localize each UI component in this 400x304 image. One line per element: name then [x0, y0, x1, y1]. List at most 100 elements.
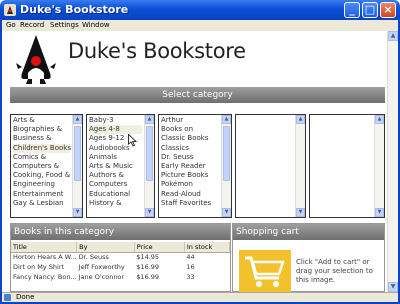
window-frame: Duke's Bookstore Select category Arts & …	[0, 31, 400, 304]
list-item[interactable]: Business &	[13, 134, 70, 143]
list-item[interactable]: Arts & Music	[89, 162, 142, 171]
cell-title: Horton Hears A W...	[13, 253, 77, 262]
list-scrollbar[interactable]: ▲ ▼	[72, 115, 82, 217]
shopping-cart-icon	[245, 256, 285, 287]
list-item-selected[interactable]: Children's Books	[13, 143, 71, 153]
list-item[interactable]: Gay & Lesbian	[13, 199, 70, 208]
list-item[interactable]: Animals	[89, 153, 142, 162]
list-item[interactable]: Comics &	[13, 153, 70, 162]
list-item[interactable]: Entertainment	[13, 190, 70, 199]
table-row[interactable]: Fancy Nancy: Bon... Jane O'connor $16.99…	[11, 272, 230, 282]
scroll-down-icon[interactable]: ▼	[145, 208, 154, 217]
window-titlebar[interactable]: Duke's Bookstore _ □ ×	[0, 0, 400, 20]
duke-mascot-logo	[16, 35, 56, 84]
cell-price: $16.99	[136, 273, 160, 281]
scroll-down-icon[interactable]: ▼	[388, 282, 398, 292]
cell-stock: 44	[186, 253, 195, 262]
list-item[interactable]: Authors &	[89, 171, 142, 180]
category-list-4[interactable]: ▲ ▼	[235, 114, 306, 218]
column-header-title[interactable]: Title	[11, 242, 78, 253]
list-item[interactable]: History &	[89, 199, 142, 208]
menu-window[interactable]: Window	[82, 20, 110, 31]
list-item[interactable]: Early Reader	[161, 162, 219, 171]
books-header: Books in this category	[11, 224, 230, 240]
cell-author: Jane O'connor	[78, 273, 125, 281]
list-item[interactable]: Biographies &	[13, 125, 70, 134]
scroll-down-icon[interactable]: ▼	[296, 208, 305, 217]
list-item[interactable]: Dr. Seuss	[161, 153, 219, 162]
scroll-down-icon[interactable]: ▼	[375, 208, 384, 217]
cell-price: $14.95	[136, 253, 160, 262]
cart-hint-text: Click "Add to cart" or drag your selecti…	[296, 258, 373, 284]
select-category-header: Select category	[10, 87, 385, 103]
list-item[interactable]: Cooking, Food &	[13, 171, 70, 180]
column-header-by[interactable]: By	[76, 242, 135, 253]
category-list-5[interactable]: ▲ ▼	[309, 114, 385, 218]
cell-stock: 16	[186, 263, 195, 271]
list-scrollbar[interactable]: ▲ ▼	[221, 115, 231, 217]
maximize-button[interactable]: □	[362, 2, 378, 18]
page-scrollbar[interactable]: ▲ ▼	[387, 31, 398, 292]
scroll-up-icon[interactable]: ▲	[145, 115, 154, 124]
close-button[interactable]: ×	[380, 2, 396, 18]
cell-title: Fancy Nancy: Bon...	[13, 273, 77, 281]
column-header-in-stock[interactable]: In stock	[184, 242, 231, 253]
books-panel: Books in this category Title By Price In…	[10, 223, 231, 292]
scroll-thumb[interactable]	[223, 126, 230, 181]
list-scrollbar[interactable]: ▲ ▼	[144, 115, 154, 217]
cell-author: Jeff Foxworthy	[78, 263, 125, 271]
scroll-thumb[interactable]	[74, 126, 81, 181]
mouse-pointer-icon	[128, 134, 137, 147]
scroll-up-icon[interactable]: ▲	[388, 31, 398, 41]
list-item[interactable]: Picture Books	[161, 171, 219, 180]
scroll-down-icon[interactable]: ▼	[73, 208, 82, 217]
menu-go[interactable]: Go	[6, 20, 16, 31]
list-item[interactable]: Staff Favorites	[161, 199, 219, 208]
list-item[interactable]: Classic Books	[161, 134, 219, 143]
scroll-up-icon[interactable]: ▲	[73, 115, 82, 124]
status-page-icon	[4, 294, 11, 301]
list-item[interactable]: Books on	[161, 125, 219, 134]
app-icon	[4, 4, 16, 16]
list-scrollbar[interactable]: ▲ ▼	[374, 115, 384, 217]
window-title: Duke's Bookstore	[20, 3, 129, 16]
status-text: Done	[16, 293, 35, 301]
list-item[interactable]: Computers &	[13, 162, 70, 171]
menu-settings[interactable]: Settings	[50, 20, 79, 31]
list-item[interactable]: Engineering	[13, 180, 70, 189]
table-row[interactable]: Horton Hears A W... Dr. Seuss $14.95 44	[11, 252, 230, 262]
scroll-up-icon[interactable]: ▲	[375, 115, 384, 124]
category-list-3[interactable]: Arthur Books on Classic Books Classics D…	[158, 114, 232, 218]
scroll-up-icon[interactable]: ▲	[222, 115, 231, 124]
scroll-down-icon[interactable]: ▼	[222, 208, 231, 217]
column-header-price[interactable]: Price	[134, 242, 185, 253]
list-item[interactable]: Arts &	[13, 116, 70, 125]
list-item[interactable]: Baby-3	[89, 116, 142, 125]
list-item[interactable]: Read-Aloud	[161, 190, 219, 199]
list-item[interactable]: Classics	[161, 144, 219, 153]
status-bar: Done	[2, 292, 398, 302]
category-list-1[interactable]: Arts & Biographies & Business & Children…	[10, 114, 83, 218]
content-area: Duke's Bookstore Select category Arts & …	[2, 31, 398, 292]
minimize-button[interactable]: _	[344, 2, 360, 18]
table-header-row: Title By Price In stock	[11, 242, 231, 253]
shopping-cart-panel: Shopping cart Click "Add to cart" or dra…	[232, 223, 385, 292]
menu-record[interactable]: Record	[20, 20, 44, 31]
books-table: Title By Price In stock Horton Hears A W…	[11, 242, 231, 282]
menu-bar: Go Record Settings Window	[0, 20, 400, 31]
table-row[interactable]: Dirt on My Shirt Jeff Foxworthy $16.99 1…	[11, 262, 230, 272]
list-scrollbar[interactable]: ▲ ▼	[295, 115, 305, 217]
list-item[interactable]: Arthur	[161, 116, 219, 125]
shopping-cart-header: Shopping cart	[233, 224, 384, 240]
cell-price: $16.99	[136, 263, 160, 271]
cell-title: Dirt on My Shirt	[13, 263, 65, 271]
cell-author: Dr. Seuss	[78, 253, 109, 262]
list-item[interactable]: Pokémon	[161, 180, 219, 189]
list-item[interactable]: Computers	[89, 180, 142, 189]
scroll-thumb[interactable]	[146, 126, 153, 181]
list-item[interactable]: Educational	[89, 190, 142, 199]
cell-stock: 33	[186, 273, 195, 281]
category-list-2[interactable]: Baby-3 Ages 4-8 Ages 9-12 Audiobooks Ani…	[86, 114, 155, 218]
scroll-up-icon[interactable]: ▲	[296, 115, 305, 124]
cart-drop-target[interactable]	[239, 250, 291, 292]
